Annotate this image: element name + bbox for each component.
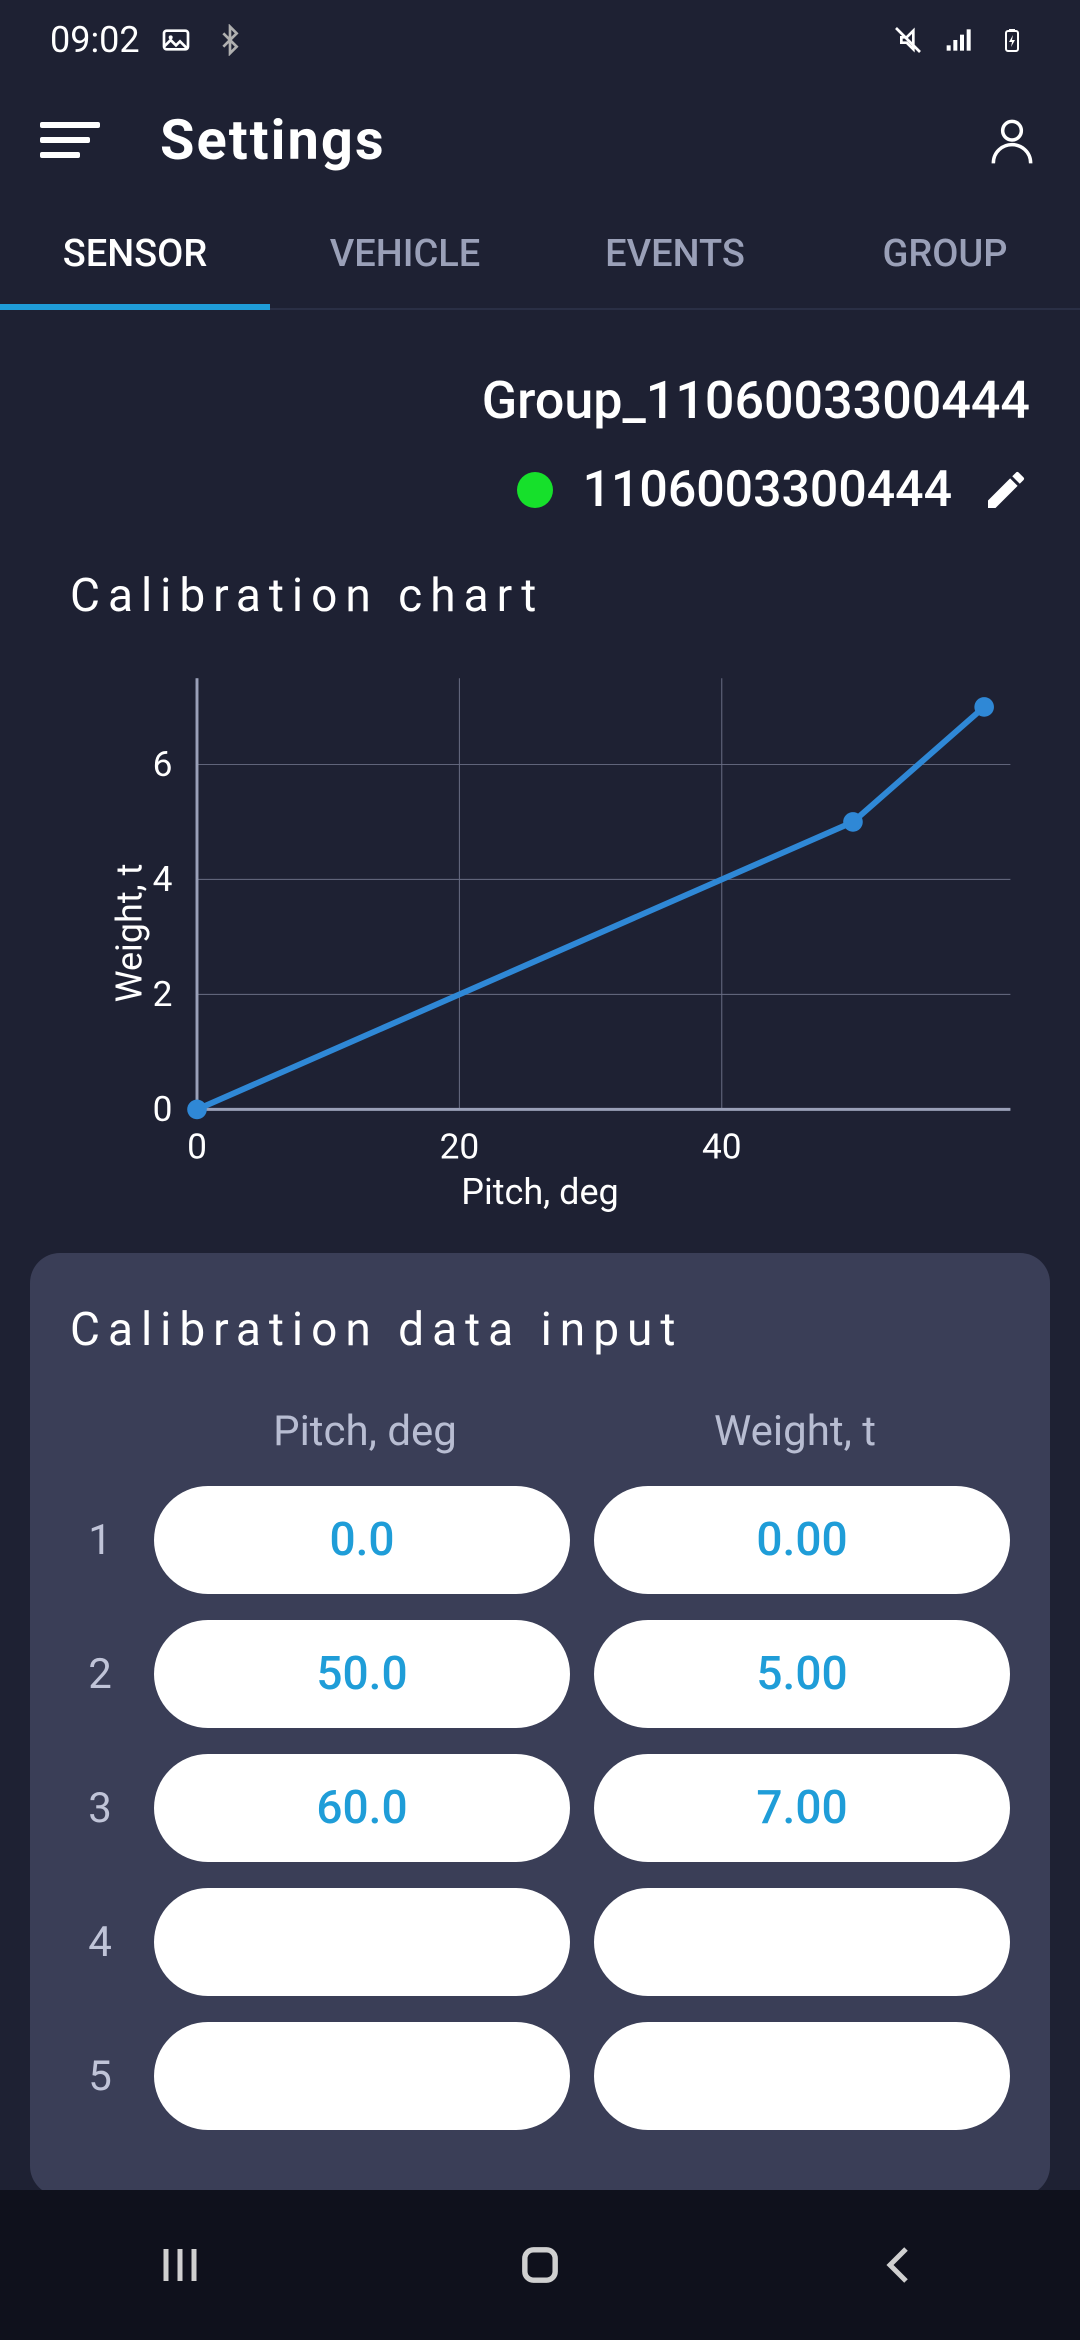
row-number: 5	[70, 2052, 130, 2101]
content: Group_1106003300444 1106003300444 Calibr…	[0, 310, 1080, 2196]
input-section-title: Calibration data input	[70, 1303, 1010, 1357]
profile-button[interactable]	[984, 112, 1040, 168]
signal-icon	[942, 22, 978, 58]
chart-x-axis-label: Pitch, deg	[461, 1171, 619, 1213]
tab-label: EVENTS	[605, 232, 745, 276]
weight-input[interactable]: 0.00	[594, 1486, 1010, 1594]
row-number: 4	[70, 1918, 130, 1967]
weight-input[interactable]: 7.00	[594, 1754, 1010, 1862]
group-name: Group_1106003300444	[30, 340, 1050, 451]
svg-text:4: 4	[153, 858, 173, 900]
weight-input[interactable]: 5.00	[594, 1620, 1010, 1728]
table-row: 4	[70, 1888, 1010, 1996]
status-time: 09:02	[50, 19, 140, 61]
back-button[interactable]	[865, 2230, 935, 2300]
page-title: Settings	[160, 107, 984, 173]
row-number: 2	[70, 1650, 130, 1699]
weight-input[interactable]	[594, 2022, 1010, 2130]
svg-text:0: 0	[153, 1088, 173, 1130]
weight-input[interactable]	[594, 1888, 1010, 1996]
status-bar: 09:02	[0, 0, 1080, 80]
menu-button[interactable]	[40, 110, 100, 170]
svg-text:40: 40	[702, 1125, 742, 1167]
app-bar: Settings	[0, 80, 1080, 200]
table-row: 5	[70, 2022, 1010, 2130]
table-row: 1 0.00.00	[70, 1486, 1010, 1594]
sensor-id: 1106003300444	[583, 461, 952, 519]
column-header-pitch: Pitch, deg	[150, 1407, 580, 1456]
row-number: 1	[70, 1516, 130, 1565]
battery-charging-icon	[994, 22, 1030, 58]
row-number: 3	[70, 1784, 130, 1833]
svg-text:20: 20	[440, 1125, 480, 1167]
svg-text:0: 0	[187, 1125, 207, 1167]
tab-group[interactable]: GROUP	[810, 200, 1080, 308]
pitch-input[interactable]	[154, 2022, 570, 2130]
tab-label: GROUP	[882, 232, 1007, 276]
sensor-row: 1106003300444	[30, 451, 1050, 549]
tab-label: VEHICLE	[330, 232, 481, 276]
status-dot-icon	[517, 472, 553, 508]
home-button[interactable]	[505, 2230, 575, 2300]
recents-button[interactable]	[145, 2230, 215, 2300]
chart-canvas: 0 2 4 6 0 20 40	[50, 653, 1030, 1213]
table-row: 2 50.05.00	[70, 1620, 1010, 1728]
image-icon	[158, 22, 194, 58]
pitch-input[interactable]: 50.0	[154, 1620, 570, 1728]
tab-vehicle[interactable]: VEHICLE	[270, 200, 540, 308]
tab-label: SENSOR	[63, 232, 208, 276]
chart-y-axis-label: Weight, t	[108, 864, 150, 1003]
table-header-row: Pitch, deg Weight, t	[70, 1407, 1010, 1456]
chart-section-title: Calibration chart	[30, 549, 1050, 653]
svg-text:2: 2	[153, 973, 173, 1015]
column-header-weight: Weight, t	[580, 1407, 1010, 1456]
tabs: SENSOR VEHICLE EVENTS GROUP	[0, 200, 1080, 310]
pitch-input[interactable]: 60.0	[154, 1754, 570, 1862]
bluetooth-icon	[212, 22, 248, 58]
svg-text:6: 6	[153, 743, 173, 785]
pitch-input[interactable]: 0.0	[154, 1486, 570, 1594]
system-nav-bar	[0, 2190, 1080, 2340]
tab-events[interactable]: EVENTS	[540, 200, 810, 308]
edit-button[interactable]	[982, 466, 1030, 514]
pitch-input[interactable]	[154, 1888, 570, 1996]
calibration-input-card: Calibration data input Pitch, deg Weight…	[30, 1253, 1050, 2196]
calibration-chart: 0 2 4 6 0 20 40 Weight, t Pitch, deg	[50, 653, 1030, 1213]
tab-sensor[interactable]: SENSOR	[0, 200, 270, 308]
vibration-icon	[890, 22, 926, 58]
table-row: 3 60.07.00	[70, 1754, 1010, 1862]
